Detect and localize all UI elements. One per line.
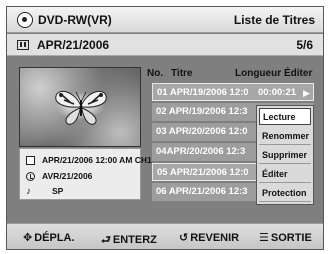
menu-item-rename[interactable]: Renommer bbox=[259, 128, 311, 145]
disc-icon bbox=[17, 12, 33, 28]
title-bar: DVD-RW(VR) Liste de Titres bbox=[7, 7, 323, 33]
column-header-edit: Éditer bbox=[284, 68, 313, 79]
move-hint: ✥ DÉPLA. bbox=[23, 232, 75, 244]
control-guide-bar: ✥ DÉPLA. ⮐ ENTERZ ↺ REVENIR ☰ SORTIE bbox=[7, 223, 323, 249]
menu-item-play[interactable]: Lecture bbox=[259, 108, 311, 125]
title-list-screen: DVD-RW(VR) Liste de Titres APR/21/2006 5… bbox=[6, 6, 324, 250]
menu-icon: ☰ bbox=[259, 232, 269, 244]
document-icon bbox=[26, 156, 35, 165]
enter-hint: ⮐ ENTERZ bbox=[101, 234, 157, 246]
title-preview-thumbnail bbox=[19, 67, 141, 147]
speaker-icon: ♪ bbox=[26, 186, 31, 197]
edit-context-menu: Lecture Renommer Supprimer Éditer Protec… bbox=[256, 105, 314, 205]
menu-item-protection[interactable]: Protection bbox=[259, 185, 311, 202]
film-icon bbox=[17, 40, 29, 50]
four-way-arrow-icon: ✥ bbox=[23, 232, 33, 244]
enter-icon: ⮐ bbox=[101, 234, 111, 246]
column-header-title: Titre bbox=[171, 68, 193, 79]
current-date: APR/21/2006 bbox=[37, 38, 110, 52]
sub-header: APR/21/2006 5/6 bbox=[7, 34, 323, 56]
menu-item-edit[interactable]: Éditer bbox=[259, 166, 311, 183]
menu-item-delete[interactable]: Supprimer bbox=[259, 147, 311, 164]
clock-icon bbox=[26, 172, 35, 181]
screen-title: Liste de Titres bbox=[233, 13, 315, 27]
page-indicator: 5/6 bbox=[296, 38, 313, 52]
title-info-panel: APR/21/2006 12:00 AM CH1 AVR/21/2006 ♪ S… bbox=[19, 148, 152, 200]
column-header-no: No. bbox=[147, 68, 164, 79]
return-arrow-icon: ↺ bbox=[179, 232, 189, 244]
butterfly-image bbox=[55, 90, 107, 125]
column-header-length: Longueur bbox=[235, 68, 282, 79]
title-row[interactable]: 01 APR/19/2006 12:0 00:00:21 ▶ bbox=[152, 83, 314, 101]
play-icon: ▶ bbox=[303, 88, 310, 98]
disc-type-label: DVD-RW(VR) bbox=[38, 13, 112, 27]
exit-hint: ☰ SORTIE bbox=[259, 232, 312, 244]
return-hint: ↺ REVENIR bbox=[179, 232, 240, 244]
